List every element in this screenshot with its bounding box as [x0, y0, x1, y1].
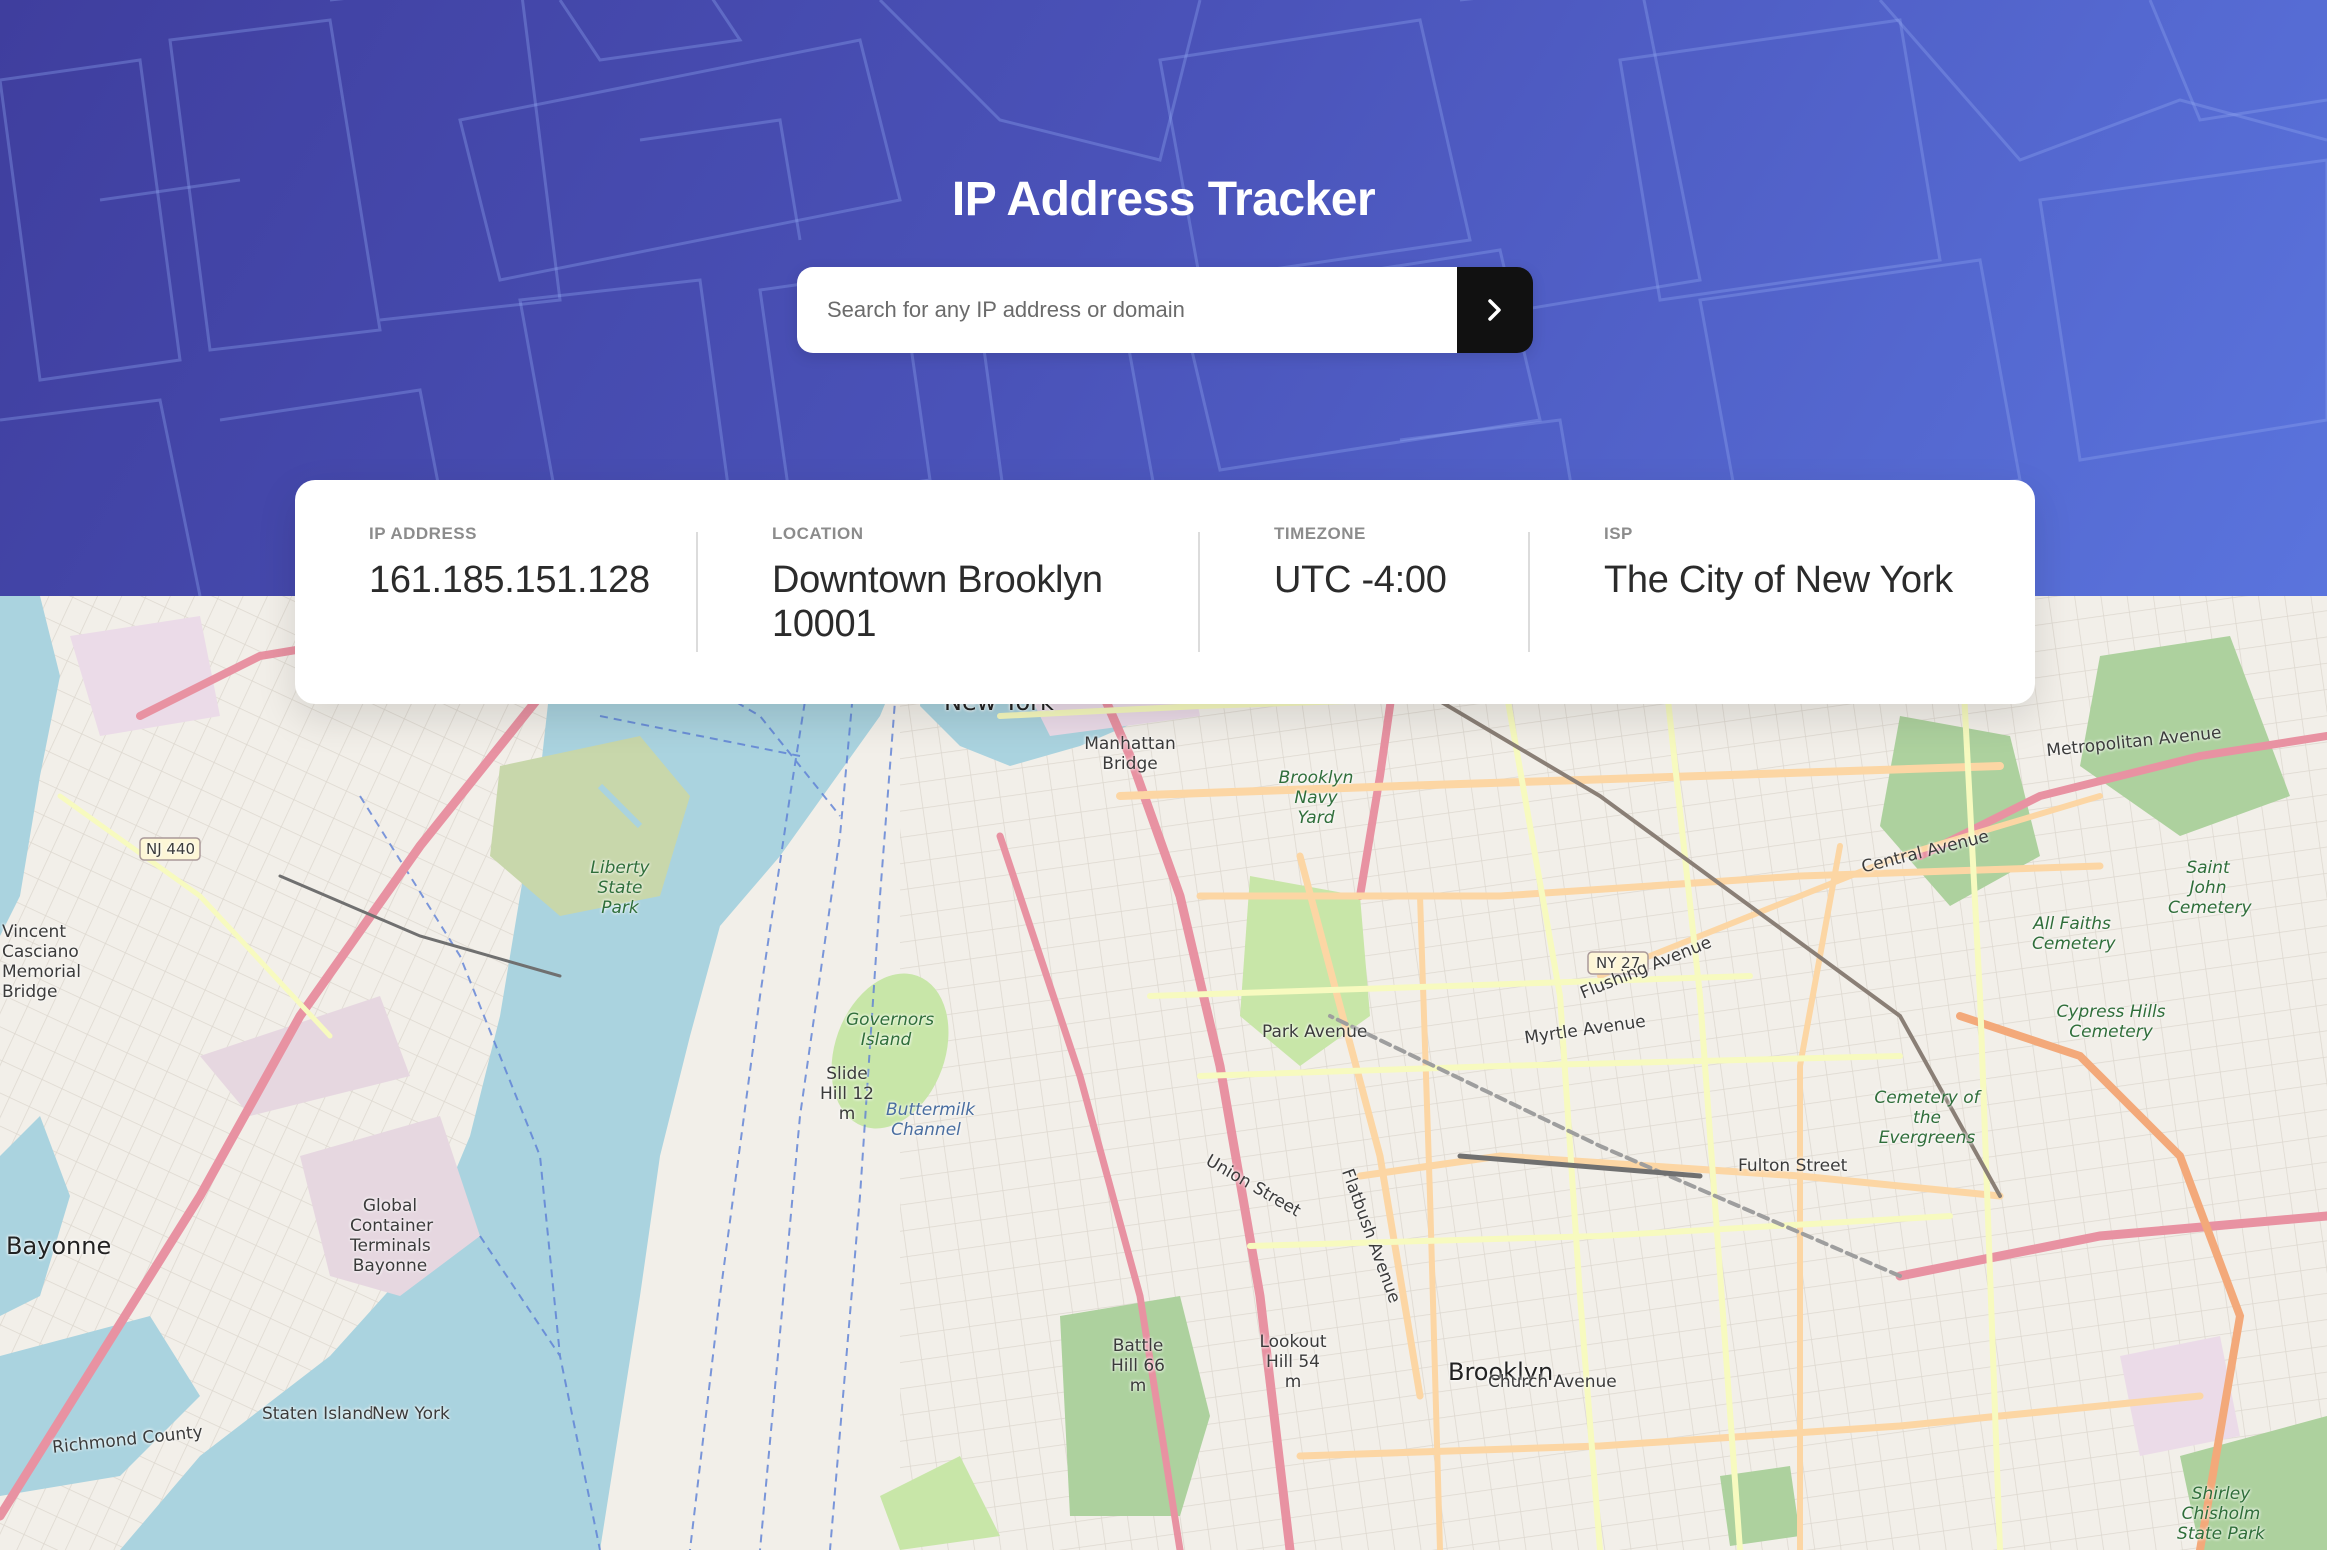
isp-label: ISP	[1604, 524, 1633, 543]
map-label-shirley-chisholm: Shirley Chisholm State Park	[2177, 1484, 2265, 1544]
timezone-label: TIMEZONE	[1274, 524, 1366, 543]
ip-address-section: IP ADDRESS 161.185.151.128	[369, 524, 650, 602]
map-label-battle-hill: Battle Hill 66 m	[1111, 1336, 1165, 1396]
timezone-value: UTC -4:00	[1274, 559, 1447, 601]
app-title: IP Address Tracker	[951, 173, 1376, 226]
timezone-section: TIMEZONE UTC -4:00	[1274, 524, 1447, 602]
map-label-saint-john: Saint John Cemetery	[2168, 858, 2252, 918]
map-label-global-terminals: Global Container Terminals Bayonne	[350, 1196, 434, 1276]
map-label-fulton-street: Fulton Street	[1738, 1156, 1848, 1176]
isp-value: The City of New York	[1604, 559, 1953, 601]
map-label-lookout-hill: Lookout Hill 54 m	[1259, 1332, 1327, 1392]
map-label-church-avenue: Church Avenue	[1488, 1372, 1617, 1392]
map-label-slide-hill: Slide Hill 12 m	[820, 1064, 874, 1124]
map-label-cypress-hills: Cypress Hills Cemetery	[2056, 1002, 2166, 1042]
map-label-staten-island: Staten Island	[262, 1404, 374, 1424]
map-label-governors-island: Governors Island	[846, 1010, 935, 1050]
map-label-new-york-county: New York	[372, 1404, 450, 1424]
info-divider	[1198, 532, 1200, 652]
location-label: LOCATION	[772, 524, 864, 543]
isp-section: ISP The City of New York	[1604, 524, 1953, 602]
location-value-line1: Downtown Brooklyn	[772, 559, 1103, 601]
ip-address-value: 161.185.151.128	[369, 559, 650, 601]
map-label-vincent-bridge: Vincent Casciano Memorial Bridge	[2, 922, 81, 1002]
location-value-line2: 10001	[772, 603, 877, 645]
map-label-all-faiths: All Faiths Cemetery	[2032, 914, 2116, 954]
search-bar	[797, 267, 1533, 353]
ip-info-card: IP ADDRESS 161.185.151.128 LOCATION Down…	[295, 480, 2035, 704]
location-section: LOCATION Downtown Brooklyn 10001	[772, 524, 1103, 646]
map-label-bayonne: Bayonne	[6, 1232, 112, 1260]
map-shield-ny27: NY 27	[1596, 954, 1641, 972]
location-value: Downtown Brooklyn 10001	[772, 558, 1103, 646]
info-divider	[696, 532, 698, 652]
info-divider	[1528, 532, 1530, 652]
map-shield-nj440: NJ 440	[146, 840, 196, 858]
map-label-park-avenue: Park Avenue	[1262, 1022, 1368, 1042]
ip-address-label: IP ADDRESS	[369, 524, 477, 543]
map-view[interactable]: New York Manhattan Bridge Brooklyn Navy …	[0, 596, 2327, 1550]
map-label-manhattan-bridge: Manhattan Bridge	[1084, 734, 1176, 774]
search-input[interactable]	[797, 267, 1457, 353]
map-label-buttermilk-channel: Buttermilk Channel	[886, 1100, 976, 1140]
map-label-liberty-state-park: Liberty State Park	[590, 858, 650, 918]
search-submit-button[interactable]	[1457, 267, 1533, 353]
chevron-right-icon	[1488, 299, 1501, 321]
map-label-cemetery-evergreens: Cemetery of the Evergreens	[1874, 1088, 1980, 1148]
map-label-brooklyn-navy-yard: Brooklyn Navy Yard	[1278, 768, 1354, 828]
